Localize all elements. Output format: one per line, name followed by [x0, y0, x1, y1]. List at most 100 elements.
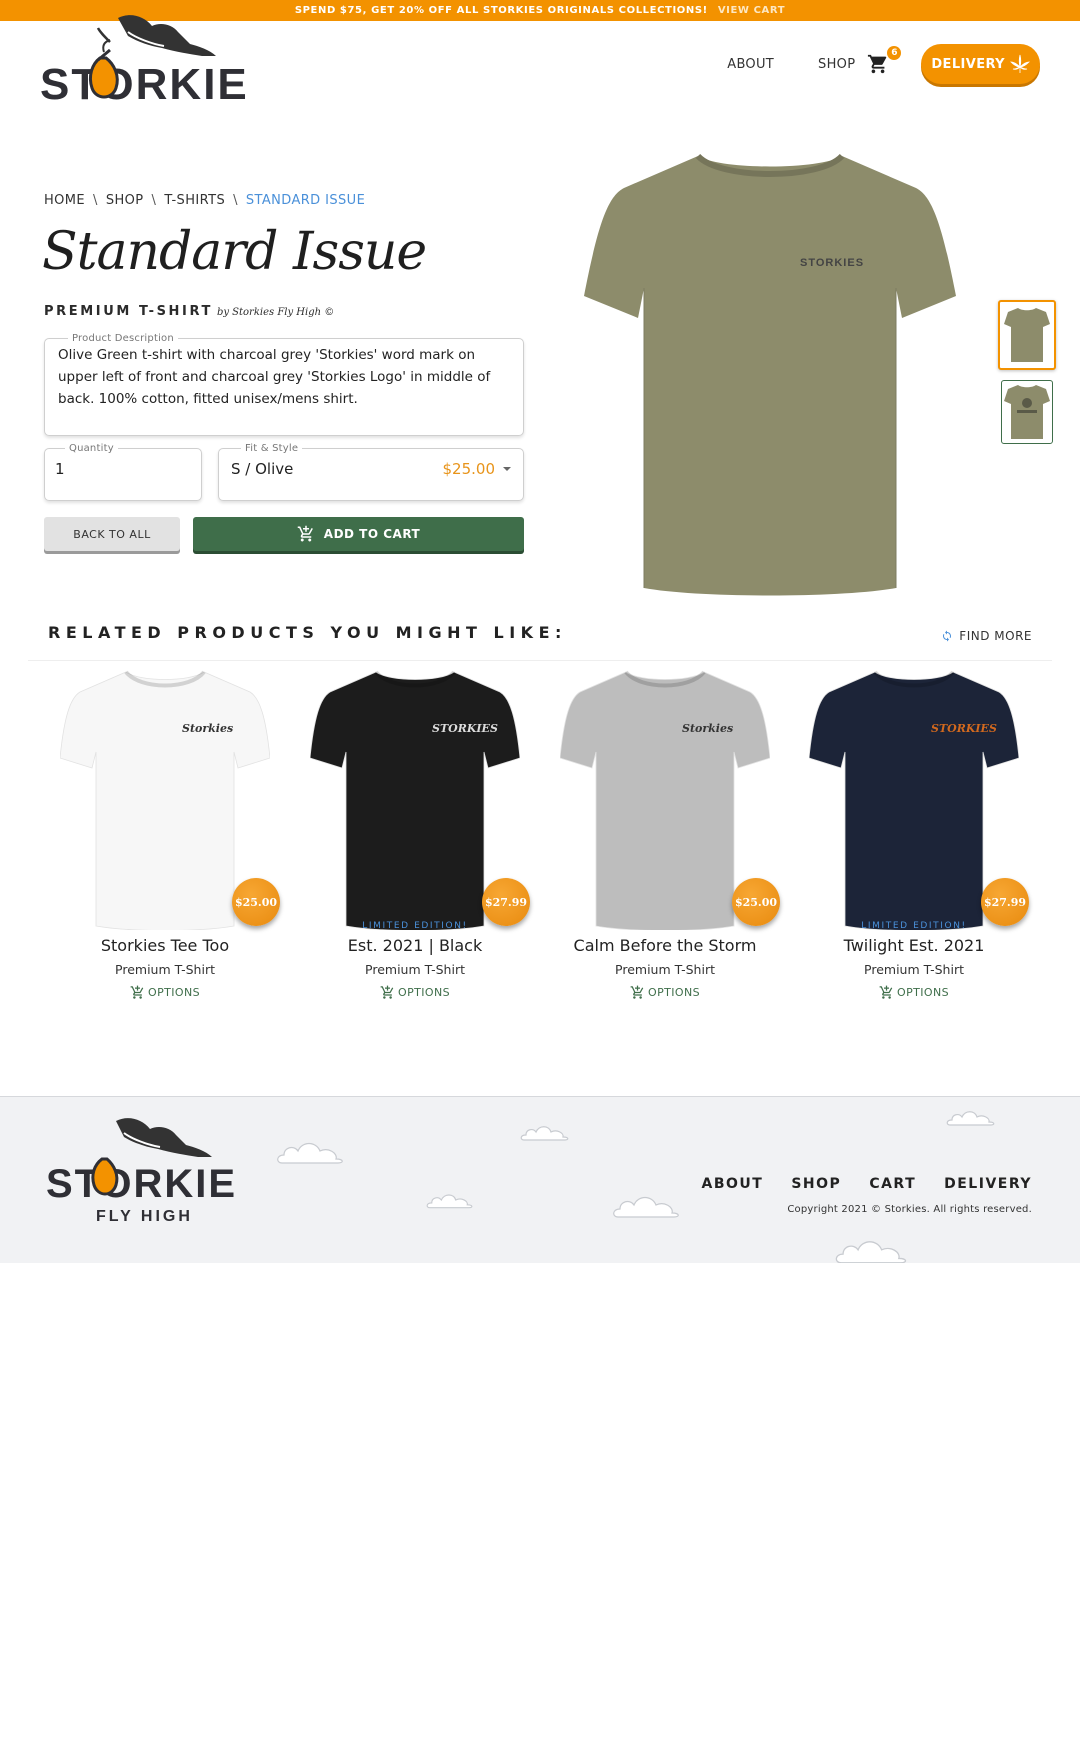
cloud-icon	[277, 1142, 343, 1164]
product-main-image: STORKIES	[584, 153, 956, 596]
fit-style-label: Fit & Style	[245, 443, 299, 454]
product-type-label: PREMIUM T-SHIRT	[44, 304, 213, 319]
add-cart-icon	[297, 525, 313, 542]
limited-edition-badge: LIMITED EDITION!	[362, 921, 468, 931]
product-options-button[interactable]: OPTIONS	[789, 985, 1039, 1000]
cloud-icon	[613, 1196, 679, 1218]
product-card-type: Premium T-Shirt	[365, 962, 465, 977]
footer-logo[interactable]: STORKIES FLY HIGH	[46, 1115, 236, 1225]
product-card-name[interactable]: Est. 2021 | Black	[290, 936, 540, 955]
quantity-label: Quantity	[69, 443, 114, 454]
product-options-label: OPTIONS	[148, 986, 200, 999]
cart-icon	[868, 54, 887, 74]
product-options-label: OPTIONS	[897, 986, 949, 999]
limited-edition-badge: LIMITED EDITION!	[861, 921, 967, 931]
refresh-icon	[943, 630, 952, 642]
nav-about[interactable]: ABOUT	[727, 57, 774, 72]
cloud-icon	[520, 1126, 569, 1141]
nav-shop[interactable]: SHOP	[818, 57, 855, 72]
product-by-line: by Storkies Fly High ©	[216, 307, 335, 318]
back-to-all-button[interactable]: BACK TO ALL	[44, 517, 180, 551]
product-options-label: OPTIONS	[648, 986, 700, 999]
shirt-print-text: STORKIES	[800, 257, 864, 269]
product-price-badge: $27.99	[981, 878, 1029, 926]
product-title: Standard Issue	[42, 222, 427, 282]
delivery-label: DELIVERY	[931, 56, 1005, 72]
thumbnail-front-image	[1004, 308, 1050, 362]
copyright-text: Copyright 2021 © Storkies. All rights re…	[787, 1204, 1032, 1215]
quantity-field[interactable]: Quantity 1	[44, 443, 202, 501]
footer-tagline: FLY HIGH	[96, 1208, 193, 1225]
related-products-title: RELATED PRODUCTS YOU MIGHT LIKE:	[48, 623, 567, 642]
product-card-name[interactable]: Calm Before the Storm	[540, 936, 790, 955]
footer-link-cart[interactable]: CART	[869, 1176, 916, 1192]
product-card[interactable]: Storkies $25.00 Calm Before the Storm Pr…	[540, 668, 790, 1008]
cloud-icon	[946, 1111, 995, 1126]
promo-text: SPEND $75, GET 20% OFF ALL STORKIES ORIG…	[294, 5, 708, 16]
product-card-type: Premium T-Shirt	[615, 962, 715, 977]
thumbnail-front[interactable]	[998, 300, 1056, 370]
cart-count-badge: 6	[887, 46, 902, 60]
fit-style-value: S / Olive	[231, 460, 294, 478]
breadcrumb-separator: \	[93, 193, 98, 208]
product-card[interactable]: STORKIES $27.99 LIMITED EDITION! Est. 20…	[290, 668, 540, 1008]
breadcrumb-current[interactable]: STANDARD ISSUE	[246, 193, 365, 208]
add-cart-icon	[879, 985, 893, 999]
product-options-button[interactable]: OPTIONS	[290, 985, 540, 1000]
find-more-label: FIND MORE	[959, 629, 1032, 643]
dropdown-caret-icon	[503, 467, 511, 471]
footer: STORKIES FLY HIGH ABOUT SHOP CART DELIVE…	[0, 1096, 1080, 1263]
footer-link-about[interactable]: ABOUT	[702, 1176, 764, 1192]
product-price-badge: $25.00	[232, 878, 280, 926]
product-card-name[interactable]: Twilight Est. 2021	[789, 936, 1039, 955]
add-to-cart-label: ADD TO CART	[323, 527, 421, 541]
fit-style-price: $25.00	[442, 460, 496, 478]
thumbnail-back[interactable]	[1001, 380, 1053, 444]
product-card[interactable]: STORKIES $27.99 LIMITED EDITION! Twiligh…	[789, 668, 1039, 1008]
fit-style-select[interactable]: Fit & Style S / Olive $25.00	[218, 443, 524, 501]
product-description-label: Product Description	[72, 333, 174, 344]
product-type: PREMIUM T-SHIRT by Storkies Fly High ©	[44, 304, 334, 319]
product-options-button[interactable]: OPTIONS	[40, 985, 290, 1000]
delivery-button[interactable]: DELIVERY	[921, 44, 1040, 84]
cloud-icon	[835, 1241, 907, 1263]
logo-wordmark: STORKIES	[40, 60, 250, 104]
breadcrumb: HOME \ SHOP \ T-SHIRTS \ STANDARD ISSUE	[44, 193, 365, 208]
view-cart-link[interactable]: VIEW CART	[718, 5, 785, 16]
footer-link-shop[interactable]: SHOP	[791, 1176, 841, 1192]
footer-nav: ABOUT SHOP CART DELIVERY	[674, 1176, 1032, 1192]
product-price-badge: $25.00	[732, 878, 780, 926]
breadcrumb-home[interactable]: HOME	[44, 193, 85, 208]
find-more-link[interactable]: FIND MORE	[941, 629, 1032, 643]
storkies-logo[interactable]: STORKIES	[40, 12, 250, 104]
product-card-name[interactable]: Storkies Tee Too	[40, 936, 290, 955]
product-options-label: OPTIONS	[398, 986, 450, 999]
cloud-icon	[426, 1194, 473, 1209]
quantity-value[interactable]: 1	[55, 460, 191, 478]
footer-logo-wordmark: STORKIES	[46, 1162, 236, 1206]
main-nav: ABOUT SHOP 6 DELIVERY	[727, 44, 1040, 84]
product-description-box: Product Description Olive Green t-shirt …	[44, 333, 524, 436]
product-card-print: Storkies	[182, 722, 233, 735]
add-cart-icon	[380, 985, 394, 999]
footer-link-delivery[interactable]: DELIVERY	[944, 1176, 1032, 1192]
breadcrumb-shop[interactable]: SHOP	[106, 193, 144, 208]
product-card-print: Storkies	[682, 722, 733, 735]
product-card-print: STORKIES	[931, 722, 997, 735]
add-to-cart-button[interactable]: ADD TO CART	[193, 517, 524, 551]
leaf-icon	[1010, 54, 1030, 73]
add-cart-icon	[630, 985, 644, 999]
product-card[interactable]: Storkies $25.00 Storkies Tee Too Premium…	[40, 668, 290, 1008]
breadcrumb-separator: \	[233, 193, 238, 208]
breadcrumb-separator: \	[151, 193, 157, 208]
breadcrumb-category[interactable]: T-SHIRTS	[164, 193, 225, 208]
add-cart-icon	[130, 985, 144, 999]
product-price-badge: $27.99	[482, 878, 530, 926]
divider	[28, 660, 1052, 661]
product-card-type: Premium T-Shirt	[864, 962, 964, 977]
cart-button[interactable]: 6	[867, 46, 902, 75]
product-card-print: STORKIES	[432, 722, 498, 735]
product-options-button[interactable]: OPTIONS	[540, 985, 790, 1000]
product-card-type: Premium T-Shirt	[115, 962, 215, 977]
thumbnail-back-image	[1004, 385, 1050, 439]
